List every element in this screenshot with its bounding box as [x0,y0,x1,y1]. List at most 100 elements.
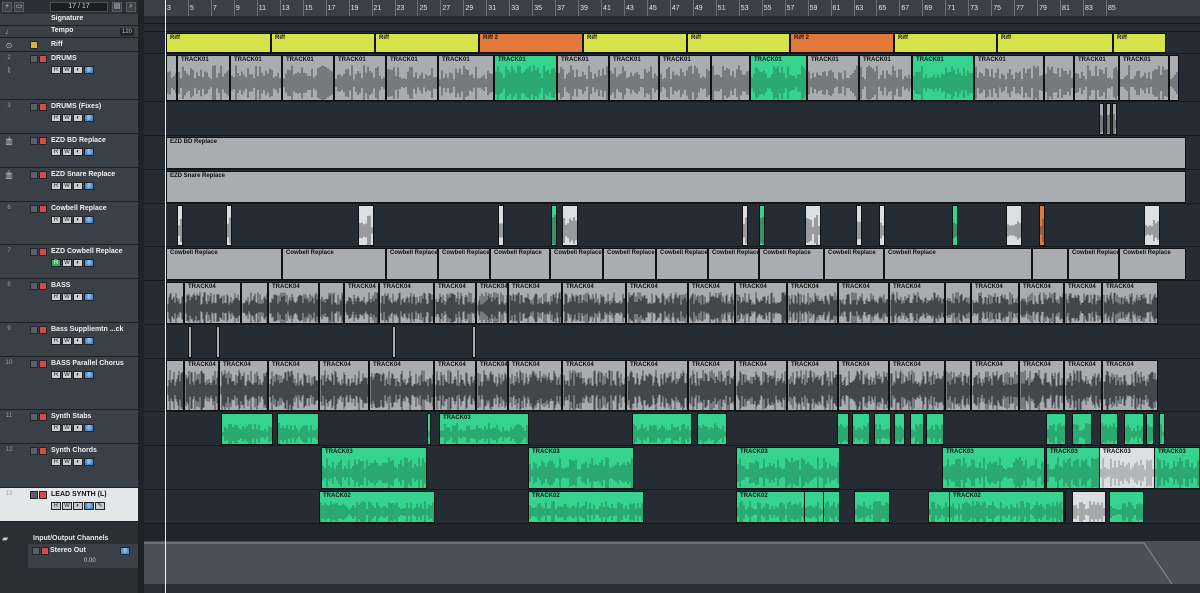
mute-button[interactable] [39,491,47,499]
record-button[interactable] [30,171,38,179]
audio-event[interactable]: TRACK04 [688,360,735,411]
track-drums-fixes[interactable]: 3 DRUMS (Fixes) R W ◐ ◎ [0,100,138,134]
read-button[interactable]: R [51,502,61,510]
audio-event[interactable] [1169,55,1179,101]
audio-event[interactable]: TRACK01 [807,55,859,101]
mute-button[interactable] [39,282,47,290]
audio-event[interactable]: TRACK04 [735,360,787,411]
audio-event[interactable]: TRACK01 [282,55,334,101]
midi-event[interactable]: Cowbell Replace [824,248,884,280]
audio-event[interactable]: TRACK02 [319,491,435,523]
write-button[interactable]: W [62,114,72,122]
mute-button[interactable] [39,205,47,213]
write-button[interactable]: W [62,216,72,224]
read-button[interactable]: R [51,259,61,267]
settings-icon[interactable]: ◎ [84,216,94,224]
audio-event[interactable] [358,205,374,246]
audio-event[interactable] [952,205,958,246]
monitor-button[interactable]: ◐ [73,458,83,466]
audio-event[interactable]: TRACK04 [735,282,787,324]
stereo-out-channel[interactable]: Stereo Out ◎ 0.00 [28,544,138,568]
record-button[interactable] [30,205,38,213]
write-button[interactable]: W [62,502,72,510]
midi-event[interactable]: Cowbell Replace [282,248,386,280]
track-ezd-cowbell-replace[interactable]: 7 EZD Cowbell Replace R W ◐ ◎ [0,245,138,279]
audio-event[interactable]: TRACK04 [562,282,626,324]
visibility-icon[interactable]: ▤ [112,2,122,12]
audio-event[interactable]: TRACK04 [1019,282,1064,324]
audio-event[interactable]: TRACK01 [1119,55,1169,101]
audio-event[interactable]: TRACK04 [508,360,562,411]
audio-event[interactable]: TRACK04 [562,360,626,411]
monitor-button[interactable]: ◐ [73,371,83,379]
read-button[interactable]: R [51,424,61,432]
audio-event[interactable]: TRACK04 [476,282,508,324]
audio-event[interactable]: TRACK04 [1102,360,1158,411]
mute-button[interactable] [39,413,47,421]
io-folder[interactable]: ▰ Input/Output Channels [0,532,138,544]
track-bass-supplement[interactable]: 9 Bass Supplie​mtn ...ck R W ◐ ◎ [0,323,138,357]
audio-event[interactable]: TRACK01 [974,55,1044,101]
write-button[interactable]: W [62,66,72,74]
settings-icon[interactable]: ◎ [84,458,94,466]
marker-event[interactable]: Riff 2 [790,33,894,53]
marker-lock-button[interactable] [30,41,38,49]
audio-event[interactable] [1072,491,1106,523]
record-button[interactable] [30,413,38,421]
read-button[interactable]: R [51,182,61,190]
audio-event[interactable]: TRACK04 [838,360,889,411]
audio-event[interactable]: TRACK03 [942,447,1045,489]
audio-event[interactable]: TRACK04 [626,282,688,324]
audio-event[interactable] [1064,491,1066,523]
audio-event[interactable]: TRACK04 [184,282,241,324]
audio-event[interactable] [188,326,192,358]
audio-event[interactable] [879,205,885,246]
settings-icon[interactable]: ◎ [84,114,94,122]
midi-event[interactable]: Cowbell Replace [166,248,282,280]
monitor-button[interactable]: ◐ [73,293,83,301]
audio-event[interactable]: TRACK01 [386,55,438,101]
track-bass-parallel-chorus[interactable]: 10 BASS Parallel Chorus R W ◐ ◎ [0,357,138,410]
audio-event[interactable]: TRACK04 [1102,282,1158,324]
midi-event[interactable]: Cowbell Replace [759,248,824,280]
audio-event[interactable] [1159,413,1165,445]
audio-event[interactable] [1006,205,1022,246]
audio-event[interactable]: TRACK03 [1154,447,1200,489]
midi-event[interactable]: Cowbell Replace [884,248,1032,280]
audio-event[interactable]: TRACK04 [787,282,838,324]
audio-event[interactable] [1100,413,1118,445]
playhead-cursor[interactable] [165,0,166,593]
settings-icon[interactable]: ◎ [84,502,94,510]
audio-event[interactable] [427,413,431,445]
audio-event[interactable] [926,413,944,445]
record-button[interactable] [30,326,38,334]
audio-event[interactable] [277,413,319,445]
audio-event[interactable] [392,326,396,358]
settings-icon[interactable]: ◎ [84,424,94,432]
record-button[interactable] [30,103,38,111]
audio-event[interactable] [226,205,232,246]
audio-event[interactable] [166,55,177,101]
audio-event[interactable]: TRACK04 [319,360,369,411]
record-button[interactable] [30,55,38,63]
audio-event[interactable]: TRACK04 [476,360,508,411]
write-button[interactable]: W [62,182,72,190]
settings-icon[interactable]: ◎ [84,182,94,190]
audio-event[interactable] [759,205,765,246]
audio-event[interactable]: TRACK01 [177,55,230,101]
audio-event[interactable]: TRACK04 [971,282,1019,324]
mute-button[interactable] [39,55,47,63]
monitor-button[interactable]: ◐ [73,259,83,267]
midi-event[interactable]: Cowbell Replace [1119,248,1186,280]
audio-event[interactable]: TRACK01 [609,55,659,101]
audio-event[interactable] [945,360,971,411]
audio-event[interactable]: TRACK01 [1074,55,1119,101]
tempo-value[interactable]: 120 [120,28,134,36]
horizontal-scrollbar[interactable] [144,584,1200,593]
midi-event[interactable]: EZD Snare Replace [166,171,1186,203]
read-button[interactable]: R [51,216,61,224]
add-track-icon[interactable]: + [2,2,12,12]
audio-event[interactable]: TRACK04 [971,360,1019,411]
audio-event[interactable]: TRACK04 [369,360,434,411]
audio-event[interactable]: TRACK04 [626,360,688,411]
